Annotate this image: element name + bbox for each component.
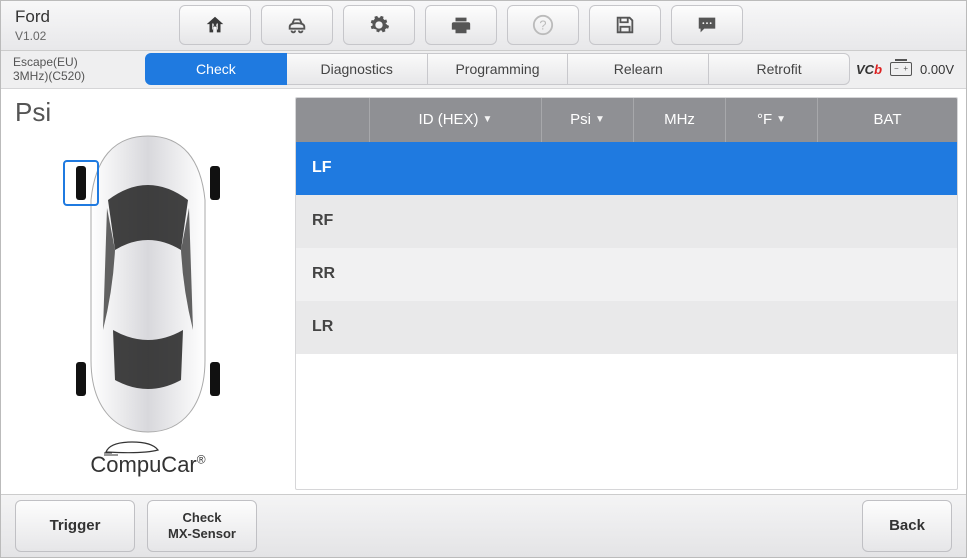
tab-row: Escape(EU) 3MHz)(C520) Check Diagnostics… — [1, 51, 966, 89]
tab-retrofit[interactable]: Retrofit — [709, 53, 850, 85]
th-position — [296, 98, 370, 142]
voltage-label: 0.00V — [920, 62, 954, 77]
home-icon: M — [204, 14, 226, 36]
app-root: Ford V1.02 M ? — [0, 0, 967, 558]
th-psi[interactable]: Psi▼ — [542, 98, 634, 142]
cell-mhz — [634, 142, 726, 195]
car-diagram — [15, 130, 281, 440]
cell-psi — [542, 195, 634, 248]
back-button[interactable]: Back — [862, 500, 952, 552]
cell-bat — [818, 301, 957, 354]
tab-programming[interactable]: Programming — [428, 53, 569, 85]
vehicle-icon — [286, 14, 308, 36]
right-panel: ID (HEX)▼ Psi▼ MHz °F▼ BAT LF — [291, 89, 966, 494]
cell-psi — [542, 142, 634, 195]
svg-text:M: M — [212, 23, 219, 32]
battery-icon: −+ — [890, 62, 912, 76]
tire-lf[interactable] — [63, 160, 99, 206]
sort-icon: ▼ — [595, 114, 605, 125]
save-icon — [614, 14, 636, 36]
cell-id — [370, 248, 542, 301]
th-bat[interactable]: BAT — [818, 98, 957, 142]
settings-button[interactable] — [343, 5, 415, 45]
home-button[interactable]: M — [179, 5, 251, 45]
cell-temp — [726, 142, 818, 195]
toolbar: M ? — [169, 5, 958, 45]
print-icon — [450, 14, 472, 36]
tabs: Check Diagnostics Programming Relearn Re… — [145, 53, 850, 85]
logo-car-icon — [104, 438, 160, 456]
cell-pos: RR — [296, 248, 370, 301]
th-id[interactable]: ID (HEX)▼ — [370, 98, 542, 142]
top-bar: Ford V1.02 M ? — [1, 1, 966, 51]
tab-check[interactable]: Check — [145, 53, 287, 85]
status-area: VCb −+ 0.00V — [856, 62, 958, 77]
brand-title: Ford — [15, 7, 169, 27]
help-icon: ? — [532, 14, 554, 36]
unit-label: Psi — [15, 97, 281, 128]
tab-relearn[interactable]: Relearn — [568, 53, 709, 85]
cell-id — [370, 195, 542, 248]
table-row[interactable]: RF — [296, 195, 957, 248]
sort-icon: ▼ — [483, 114, 493, 125]
table-header: ID (HEX)▼ Psi▼ MHz °F▼ BAT — [296, 98, 957, 142]
table-row[interactable]: LF — [296, 142, 957, 195]
tire-rr[interactable] — [197, 356, 233, 402]
bottom-bar: Trigger Check MX-Sensor Back — [1, 494, 966, 557]
table-body: LF RF — [296, 142, 957, 354]
table-row[interactable]: LR — [296, 301, 957, 354]
cell-psi — [542, 248, 634, 301]
svg-text:?: ? — [539, 18, 546, 33]
vci-label: VCb — [856, 62, 882, 77]
sort-icon: ▼ — [776, 114, 786, 125]
vehicle-line1: Escape(EU) — [13, 55, 139, 69]
sensor-table: ID (HEX)▼ Psi▼ MHz °F▼ BAT LF — [295, 97, 958, 490]
cell-mhz — [634, 195, 726, 248]
cell-pos: LR — [296, 301, 370, 354]
tire-rf[interactable] — [197, 160, 233, 206]
vehicle-button[interactable] — [261, 5, 333, 45]
cell-bat — [818, 248, 957, 301]
title-block: Ford V1.02 — [9, 7, 169, 43]
print-button[interactable] — [425, 5, 497, 45]
cell-temp — [726, 248, 818, 301]
left-panel: Psi — [1, 89, 291, 494]
cell-bat — [818, 142, 957, 195]
logo-text: CompuCar® — [90, 452, 205, 478]
cell-pos: RF — [296, 195, 370, 248]
cell-mhz — [634, 301, 726, 354]
cell-id — [370, 142, 542, 195]
cell-pos: LF — [296, 142, 370, 195]
gear-icon — [368, 14, 390, 36]
tire-lr[interactable] — [63, 356, 99, 402]
cell-id — [370, 301, 542, 354]
logo: CompuCar® — [15, 440, 281, 490]
cell-mhz — [634, 248, 726, 301]
tab-diagnostics[interactable]: Diagnostics — [287, 53, 428, 85]
cell-psi — [542, 301, 634, 354]
main-area: Psi — [1, 89, 966, 494]
check-mx-sensor-button[interactable]: Check MX-Sensor — [147, 500, 257, 552]
cell-bat — [818, 195, 957, 248]
vehicle-info: Escape(EU) 3MHz)(C520) — [9, 55, 139, 83]
chat-button[interactable] — [671, 5, 743, 45]
cell-temp — [726, 195, 818, 248]
help-button[interactable]: ? — [507, 5, 579, 45]
version-label: V1.02 — [15, 29, 169, 43]
chat-icon — [696, 14, 718, 36]
th-mhz[interactable]: MHz — [634, 98, 726, 142]
vehicle-line2: 3MHz)(C520) — [13, 69, 139, 83]
cell-temp — [726, 301, 818, 354]
trigger-button[interactable]: Trigger — [15, 500, 135, 552]
th-temp[interactable]: °F▼ — [726, 98, 818, 142]
table-row[interactable]: RR — [296, 248, 957, 301]
save-button[interactable] — [589, 5, 661, 45]
